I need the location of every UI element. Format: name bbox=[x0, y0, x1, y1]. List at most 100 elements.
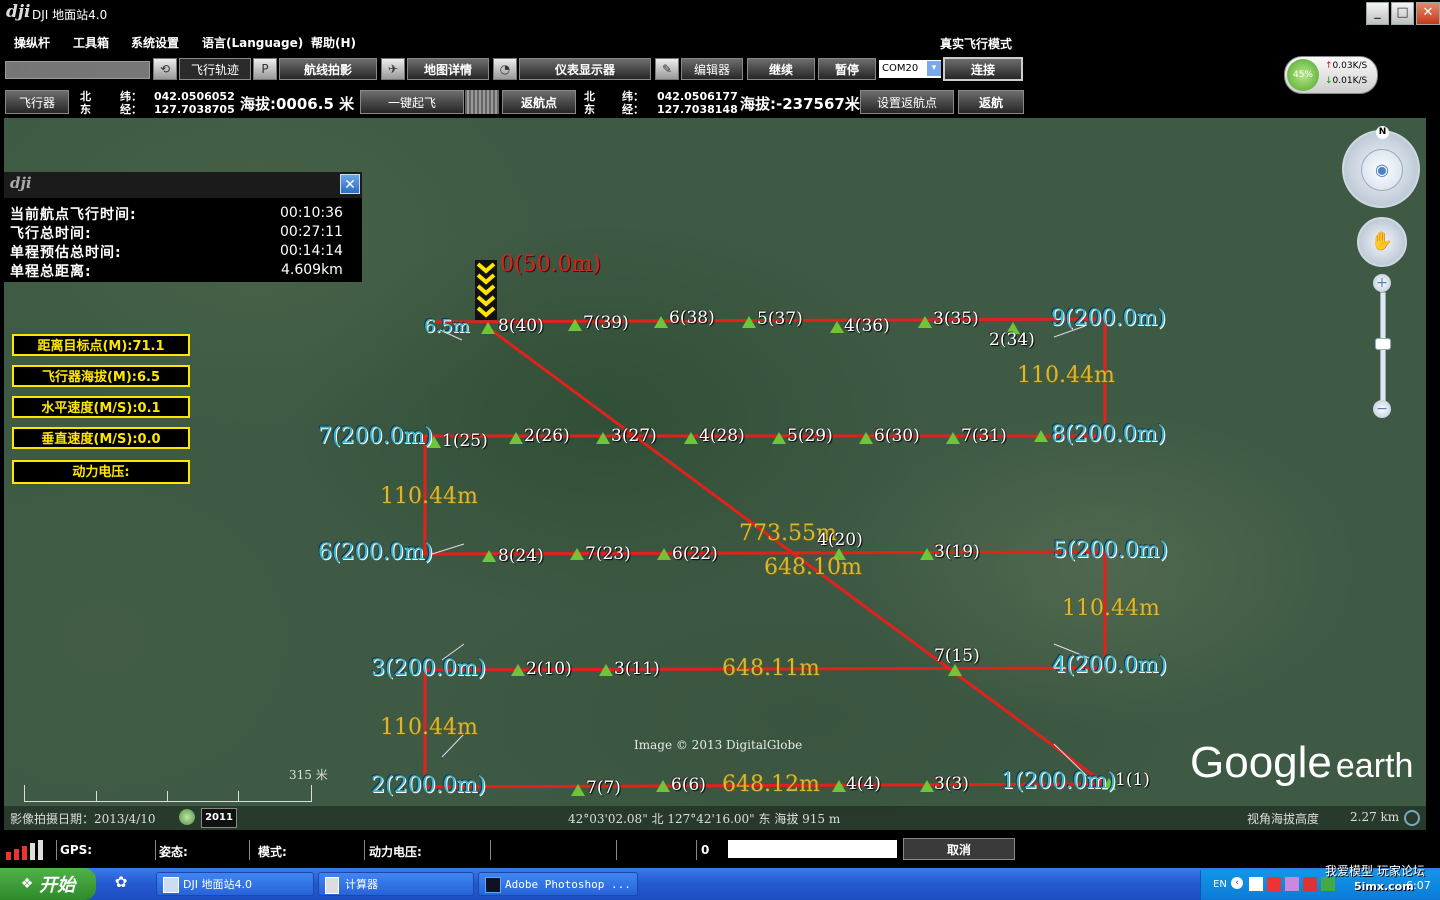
zoom-out-icon[interactable]: − bbox=[1373, 400, 1391, 418]
home-point-button[interactable]: 返航点 bbox=[502, 90, 576, 114]
takeoff-button[interactable]: 一键起飞 bbox=[360, 90, 464, 114]
tray-icon[interactable] bbox=[1303, 877, 1317, 891]
instrument-button[interactable]: 仪表显示器 bbox=[519, 58, 651, 80]
track-icon[interactable]: ⟲ bbox=[153, 58, 177, 80]
menu-help[interactable]: 帮助(H) bbox=[311, 34, 356, 51]
zoom-in-icon[interactable]: + bbox=[1373, 274, 1391, 292]
minimize-button[interactable]: _ bbox=[1366, 2, 1389, 25]
task-calculator[interactable]: 计算器 bbox=[318, 872, 474, 896]
waypoint-marker[interactable] bbox=[509, 432, 523, 444]
clock-icon[interactable] bbox=[179, 809, 195, 825]
waypoint-marker[interactable] bbox=[859, 432, 873, 444]
continue-button[interactable]: 继续 bbox=[747, 58, 815, 80]
corner-waypoint-label: 6(200.0m) bbox=[318, 540, 434, 565]
ew-label-1: 东 bbox=[80, 103, 91, 116]
cancel-button[interactable]: 取消 bbox=[903, 838, 1015, 860]
pause-button[interactable]: 暂停 bbox=[818, 58, 876, 80]
historical-year-button[interactable]: 2011 bbox=[201, 808, 237, 828]
waypoint-marker[interactable] bbox=[511, 664, 525, 676]
connect-button[interactable]: 连接 bbox=[943, 57, 1023, 81]
waypoint-marker[interactable] bbox=[830, 321, 844, 333]
waypoint-marker[interactable] bbox=[596, 432, 610, 444]
waypoint-marker[interactable] bbox=[832, 780, 846, 792]
zoom-thumb[interactable] bbox=[1375, 338, 1391, 350]
zoom-slider[interactable]: + − bbox=[1373, 274, 1391, 418]
language-indicator[interactable]: EN bbox=[1213, 879, 1227, 890]
chevron-down-icon[interactable]: ▾ bbox=[927, 61, 941, 76]
waypoint-label: 3(27) bbox=[611, 426, 657, 446]
flight-mode-label: 真实飞行模式 bbox=[940, 37, 1013, 51]
menu-settings[interactable]: 系统设置 bbox=[131, 34, 179, 51]
waypoint-marker[interactable] bbox=[684, 432, 698, 444]
waypoint-marker[interactable] bbox=[599, 664, 613, 676]
compass-control[interactable]: N ◉ bbox=[1342, 126, 1420, 208]
menu-toolbox[interactable]: 工具箱 bbox=[73, 34, 109, 51]
power-voltage: 动力电压: bbox=[12, 460, 190, 484]
waypoint-marker[interactable] bbox=[568, 319, 582, 331]
tray-icon[interactable] bbox=[1267, 877, 1281, 891]
aircraft-marker[interactable] bbox=[475, 260, 497, 320]
map-detail-button[interactable]: 地图详情 bbox=[407, 58, 489, 80]
waypoint-marker[interactable] bbox=[657, 548, 671, 560]
waypoint-marker[interactable] bbox=[571, 784, 585, 796]
photo-route-button[interactable]: 航线拍影 bbox=[279, 58, 377, 80]
tray-icon[interactable] bbox=[1321, 877, 1335, 891]
waypoint-marker[interactable] bbox=[1034, 430, 1048, 442]
quick-launch-icon[interactable]: ✿ bbox=[110, 873, 132, 895]
map-icon[interactable]: ✈ bbox=[381, 58, 405, 80]
north-indicator[interactable]: N bbox=[1376, 126, 1389, 139]
start-button[interactable]: ❖ 开始 bbox=[0, 868, 96, 900]
com-port-select[interactable]: COM20 ▾ bbox=[879, 60, 941, 78]
task-photoshop[interactable]: Adobe Photoshop ... bbox=[478, 872, 638, 896]
ew-label-2: 东 bbox=[584, 103, 595, 116]
waypoint-marker[interactable] bbox=[772, 432, 786, 444]
corner-waypoint-label: 4(200.0m) bbox=[1052, 653, 1168, 678]
task-dji[interactable]: DJI 地面站4.0 bbox=[156, 872, 314, 896]
menu-joystick[interactable]: 操纵杆 bbox=[14, 34, 50, 51]
waypoint-marker[interactable] bbox=[482, 550, 496, 562]
waypoint-marker[interactable] bbox=[946, 432, 960, 444]
gauge-icon[interactable]: ◔ bbox=[493, 58, 517, 80]
look-icon[interactable]: ◉ bbox=[1361, 149, 1403, 191]
waypoint-marker[interactable] bbox=[570, 548, 584, 560]
close-button[interactable]: ✕ bbox=[1416, 2, 1440, 25]
waypoint-label: 7(31) bbox=[961, 426, 1007, 446]
pan-control[interactable]: ✋ bbox=[1357, 217, 1407, 267]
tray-icon[interactable] bbox=[1285, 877, 1299, 891]
waypoint-marker[interactable] bbox=[654, 316, 668, 328]
lon-label-1: 经： bbox=[120, 103, 142, 116]
panel-header: dji ✕ bbox=[4, 172, 362, 198]
waypoint-marker[interactable] bbox=[920, 548, 934, 560]
waypoint-marker[interactable] bbox=[481, 322, 495, 334]
waypoint-label: 5(29) bbox=[787, 426, 833, 446]
aircraft-button[interactable]: 飞行器 bbox=[5, 90, 69, 114]
lon-label-2: 经： bbox=[622, 103, 644, 116]
return-home-button[interactable]: 返航 bbox=[958, 90, 1024, 114]
signal-strength-icon bbox=[4, 840, 50, 860]
waypoint-marker[interactable] bbox=[656, 780, 670, 792]
info-value: 00:27:11 bbox=[280, 224, 343, 240]
eye-altitude-label: 视角海拔高度 bbox=[1247, 812, 1320, 826]
search-input[interactable] bbox=[5, 61, 150, 79]
track-button[interactable]: 飞行轨迹 bbox=[179, 58, 251, 80]
editor-icon[interactable]: ✎ bbox=[655, 58, 679, 80]
set-home-button[interactable]: 设置返航点 bbox=[860, 90, 954, 114]
waypoint-marker[interactable] bbox=[918, 316, 932, 328]
maximize-button[interactable]: □ bbox=[1391, 2, 1414, 25]
info-label: 当前航点飞行时间: bbox=[10, 207, 137, 223]
waypoint-marker[interactable] bbox=[742, 316, 756, 328]
grip-handle[interactable] bbox=[465, 90, 499, 114]
start-point-label: 0(50.0m) bbox=[500, 252, 602, 277]
menu-language[interactable]: 语言(Language) bbox=[202, 34, 303, 51]
waypoint-marker[interactable] bbox=[920, 780, 934, 792]
chevron-left-icon[interactable]: ‹ bbox=[1231, 877, 1243, 889]
lat-label-2: 纬： bbox=[622, 90, 644, 103]
segment-distance-label: 648.10m bbox=[764, 555, 862, 580]
close-icon[interactable]: ✕ bbox=[340, 174, 360, 194]
dji-logo: dji bbox=[6, 2, 31, 22]
photo-icon[interactable]: P bbox=[253, 58, 277, 80]
tray-icon[interactable] bbox=[1249, 877, 1263, 891]
aircraft-waypoint-label: 8(40) bbox=[498, 316, 544, 336]
editor-button[interactable]: 编辑器 bbox=[681, 58, 743, 80]
hand-icon: ✋ bbox=[1370, 231, 1394, 252]
